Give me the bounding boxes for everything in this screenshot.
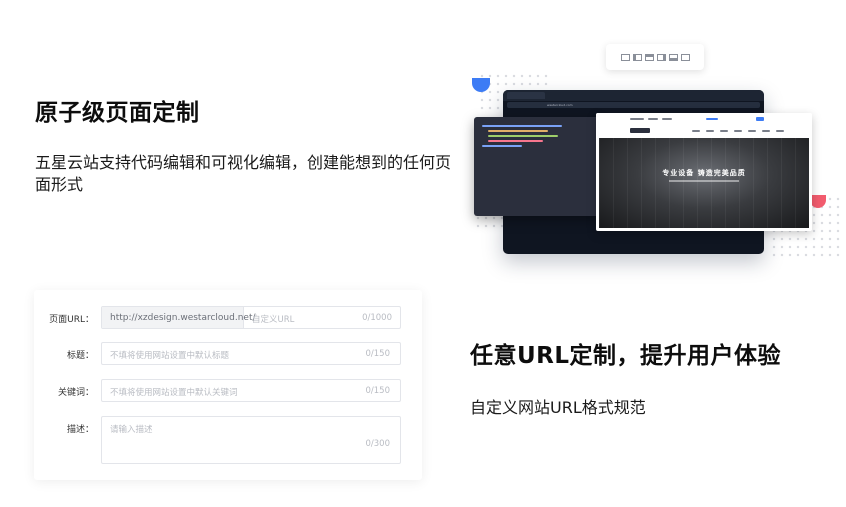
layout-icon[interactable] xyxy=(620,53,630,61)
row-icon[interactable] xyxy=(644,53,654,61)
website-hero-banner: 专业设备 铸造完美品质 xyxy=(599,138,809,228)
keywords-char-count: 0/150 xyxy=(365,386,391,396)
table-icon[interactable] xyxy=(680,53,690,61)
code-line xyxy=(482,145,522,147)
keywords-input-placeholder: 不填将使用网站设置中默认关键词 xyxy=(110,388,238,398)
code-editor-panel xyxy=(474,117,600,216)
title-label: 标题： xyxy=(66,351,94,361)
nav-item xyxy=(776,130,784,132)
browser-tabbar xyxy=(503,90,764,101)
browser-address-bar[interactable]: westarcloud.com xyxy=(507,102,760,108)
description-char-count: 0/300 xyxy=(365,439,391,449)
url-field[interactable]: http://xzdesign.westarcloud.net/ 自定义URL … xyxy=(101,306,401,329)
nav-item xyxy=(692,130,700,132)
website-nav xyxy=(596,113,812,137)
nav-item xyxy=(648,118,658,120)
section2-title: 任意URL定制，提升用户体验 xyxy=(470,343,782,369)
nav-item xyxy=(706,118,718,120)
url-prefix: http://xzdesign.westarcloud.net/ xyxy=(102,307,256,328)
website-preview: 专业设备 铸造完美品质 xyxy=(596,113,812,231)
title-input-placeholder: 不填将使用网站设置中默认标题 xyxy=(110,351,230,361)
code-line xyxy=(488,135,558,137)
title-char-count: 0/150 xyxy=(365,349,391,359)
keywords-label: 关键词： xyxy=(57,388,94,398)
nav-item xyxy=(630,118,644,120)
browser-url: westarcloud.com xyxy=(547,103,573,107)
browser-tab[interactable] xyxy=(507,92,545,99)
panel-icon[interactable] xyxy=(656,53,666,61)
code-line xyxy=(488,130,548,132)
column-icon[interactable] xyxy=(632,53,642,61)
description-label: 描述： xyxy=(66,425,94,435)
nav-item xyxy=(734,130,742,132)
url-char-count: 0/1000 xyxy=(362,313,392,323)
url-input-placeholder[interactable]: 自定义URL xyxy=(252,313,294,325)
nav-item xyxy=(706,130,714,132)
hero-title: 专业设备 铸造完美品质 xyxy=(662,169,746,177)
hero-grid-decor xyxy=(599,138,809,228)
url-label: 页面URL： xyxy=(49,315,94,325)
nav-item xyxy=(748,130,756,132)
grid-icon[interactable] xyxy=(668,53,678,61)
nav-item xyxy=(630,128,650,133)
keywords-input[interactable]: 不填将使用网站设置中默认关键词 0/150 xyxy=(101,379,401,402)
nav-item xyxy=(662,118,672,120)
code-line xyxy=(482,125,562,127)
description-placeholder: 请输入描述 xyxy=(110,425,153,435)
section1-title: 原子级页面定制 xyxy=(35,100,200,126)
nav-item xyxy=(762,130,770,132)
layout-toolbar xyxy=(606,44,704,70)
nav-item xyxy=(720,130,728,132)
nav-item xyxy=(756,117,764,121)
section2-description: 自定义网站URL格式规范 xyxy=(470,398,646,417)
hero-subtitle-line xyxy=(669,180,739,182)
section1-description: 五星云站支持代码编辑和可视化编辑，创建能想到的任何页面形式 xyxy=(35,153,452,194)
title-input[interactable]: 不填将使用网站设置中默认标题 0/150 xyxy=(101,342,401,365)
code-line xyxy=(488,140,543,142)
description-textarea[interactable]: 请输入描述 0/300 xyxy=(101,416,401,464)
page-settings-form: 页面URL： http://xzdesign.westarcloud.net/ … xyxy=(34,290,422,480)
